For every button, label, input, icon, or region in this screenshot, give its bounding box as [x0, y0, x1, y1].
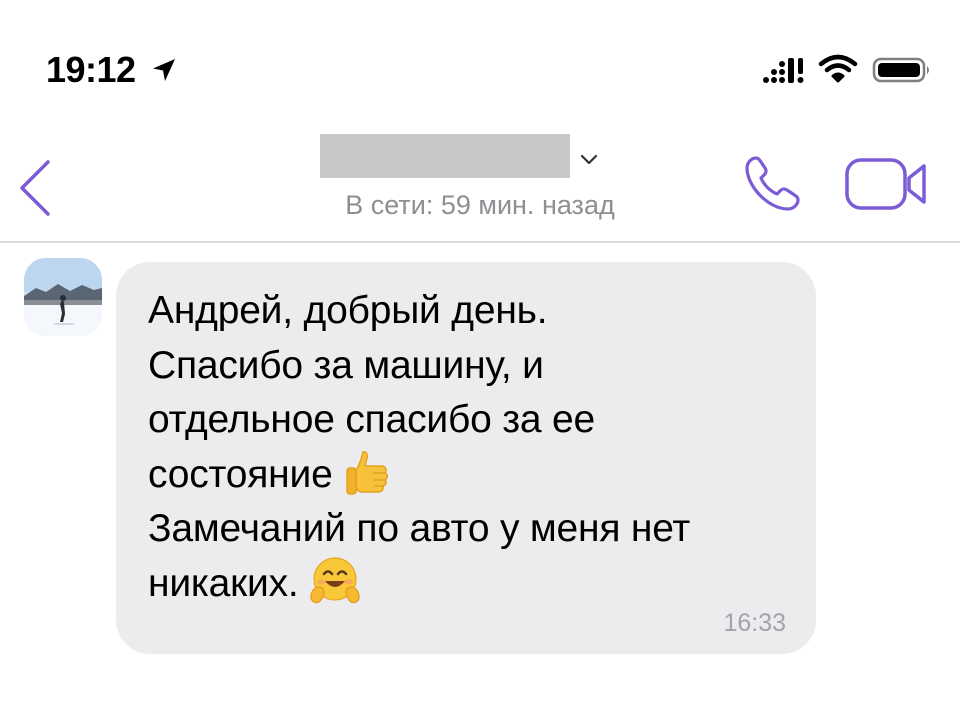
video-camera-icon — [845, 158, 926, 210]
message-text: Андрей, добрый день. Спасибо за машину, … — [148, 284, 798, 611]
video-button[interactable] — [844, 156, 930, 212]
message-line-text: никаких. — [148, 561, 299, 605]
wifi-icon — [818, 54, 858, 83]
message-timestamp: 16:33 — [723, 609, 786, 637]
back-chevron-icon — [20, 160, 50, 216]
message-line: Замечаний по авто у меня нет — [148, 507, 691, 550]
name-chevron-down-icon[interactable] — [578, 152, 600, 168]
phone-icon — [745, 156, 800, 211]
message-line: Спасибо за машину, и — [148, 343, 544, 387]
contact-avatar[interactable] — [24, 258, 102, 336]
location-arrow-icon — [153, 59, 175, 81]
call-button[interactable] — [742, 152, 804, 214]
back-button[interactable] — [14, 158, 56, 218]
chat-screen: 19:12 В сети: 59 мин. назад Андрей, добр… — [0, 0, 960, 717]
message-line-with-emoji: никаких. — [148, 557, 798, 612]
message-line-with-emoji: состояние — [148, 448, 798, 503]
contact-name[interactable] — [320, 134, 570, 178]
status-time: 19:12 — [46, 49, 136, 90]
message-line: Андрей, добрый день. — [148, 289, 548, 332]
cellular-signal-icon — [763, 58, 804, 83]
message-line-text: состояние — [148, 452, 333, 496]
message-line: отдельное спасибо за ее — [148, 398, 596, 441]
battery-icon — [872, 57, 929, 83]
presence-status: В сети: 59 мин. назад — [345, 190, 615, 220]
thumbs-up-emoji — [345, 451, 388, 495]
hugging-face-emoji — [309, 557, 360, 604]
header-divider — [0, 241, 960, 243]
